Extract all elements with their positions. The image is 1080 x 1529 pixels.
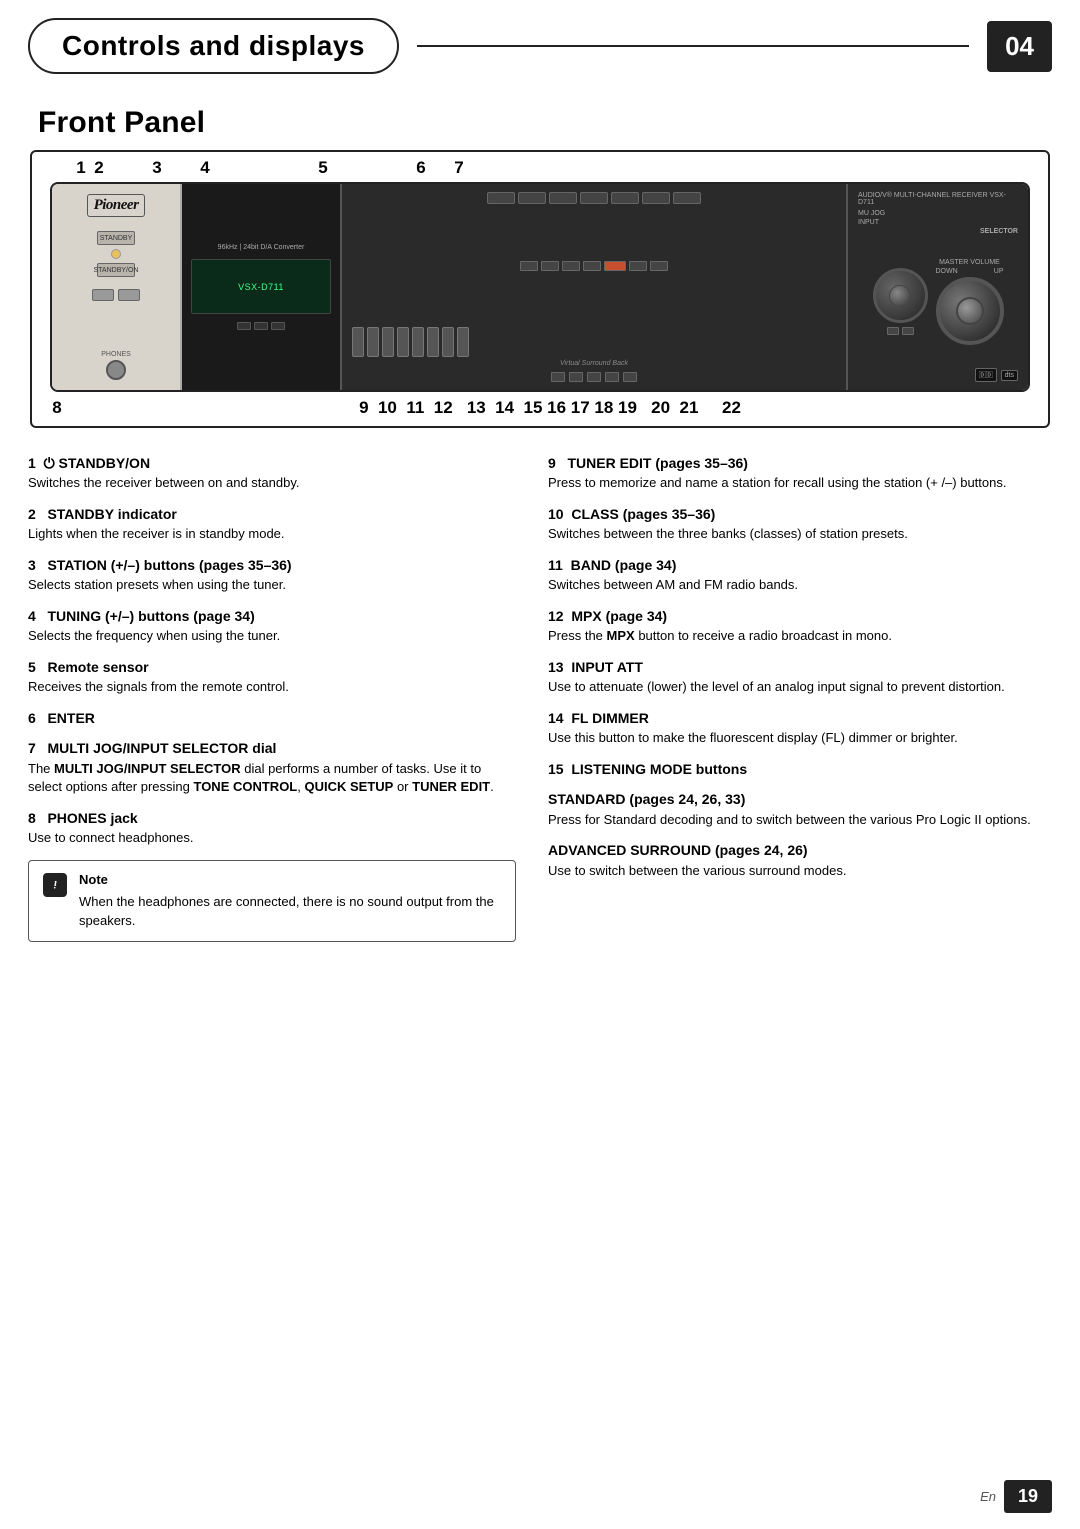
- front-panel-diagram: 1 2 3 4 5 6 7 Pioneer STANDBY STANDBY/ON: [30, 150, 1050, 428]
- note-icon: ᵎ: [41, 871, 69, 899]
- item-15: 15 LISTENING MODE buttons: [548, 760, 1052, 778]
- tuner-btn-4: [583, 261, 601, 271]
- tuner-btn-5: [629, 261, 647, 271]
- recv-right-panel: AUDIO/V® MULTI-CHANNEL RECEIVER VSX-D711…: [848, 184, 1028, 390]
- tuner-btn-6: [650, 261, 668, 271]
- btn-row-tuner: [348, 261, 840, 271]
- volume-dial-inner: [956, 297, 984, 325]
- top-number-labels: 1 2 3 4 5 6 7: [32, 152, 1048, 178]
- page-title: Controls and displays: [28, 18, 399, 74]
- footer-page-number: 19: [1004, 1480, 1052, 1513]
- receiver-image: Pioneer STANDBY STANDBY/ON PHONES: [50, 182, 1030, 392]
- btn-1: [487, 192, 515, 204]
- footer-lang: En: [980, 1489, 996, 1504]
- item-5: 5 Remote sensor Receives the signals fro…: [28, 658, 516, 697]
- page-header: Controls and displays 04: [0, 0, 1080, 84]
- tuner-btn-1: [520, 261, 538, 271]
- btn-3: [549, 192, 577, 204]
- dac-label: 96kHz | 24bit D/A Converter: [218, 244, 305, 251]
- btn-2: [518, 192, 546, 204]
- item-10: 10 CLASS (pages 35–36) Switches between …: [548, 505, 1052, 544]
- item-9: 9 TUNER EDIT (pages 35–36) Press to memo…: [548, 454, 1052, 493]
- label-1: 1: [72, 158, 90, 178]
- pioneer-logo: Pioneer: [87, 194, 146, 217]
- section-title: Front Panel: [38, 106, 1080, 140]
- tuner-btn-3: [562, 261, 580, 271]
- standby-button: STANDBY: [97, 231, 135, 245]
- item-3: 3 STATION (+/–) buttons (pages 35–36) Se…: [28, 556, 516, 595]
- item-8: 8 PHONES jack Use to connect headphones.: [28, 809, 516, 848]
- item-2: 2 STANDBY indicator Lights when the rece…: [28, 505, 516, 544]
- btn-7: [673, 192, 701, 204]
- note-content: Note When the headphones are connected, …: [79, 871, 503, 931]
- item-12: 12 MPX (page 34) Press the MPX button to…: [548, 607, 1052, 646]
- page-footer: En 19: [980, 1480, 1052, 1513]
- item-1: 1 ⏻ STANDBY/ON Switches the receiver bet…: [28, 454, 516, 493]
- item-13: 13 INPUT ATT Use to attenuate (lower) th…: [548, 658, 1052, 697]
- label-6: 6: [412, 158, 430, 178]
- right-column: 9 TUNER EDIT (pages 35–36) Press to memo…: [540, 454, 1052, 954]
- label-2: 2: [90, 158, 108, 178]
- item-6: 6 ENTER: [28, 709, 516, 727]
- bottom-number-labels: 8 9 10 11 12 13 14 15 16 17 18 19 20 21 …: [32, 396, 1048, 426]
- label-3: 3: [148, 158, 166, 178]
- label-8: 8: [47, 398, 67, 418]
- recv-display-panel: 96kHz | 24bit D/A Converter VSX-D711: [182, 184, 342, 390]
- item-14: 14 FL DIMMER Use this button to make the…: [548, 709, 1052, 748]
- item-15-advanced: ADVANCED SURROUND (pages 24, 26) Use to …: [548, 841, 1052, 880]
- phones-jack: [106, 360, 126, 380]
- btn-4: [580, 192, 608, 204]
- item-11: 11 BAND (page 34) Switches between AM an…: [548, 556, 1052, 595]
- label-7: 7: [450, 158, 468, 178]
- virtual-surround-label: Virtual Surround Back: [352, 360, 836, 367]
- btn-row-top: [348, 192, 840, 204]
- chapter-number: 04: [987, 21, 1052, 72]
- btn-6: [642, 192, 670, 204]
- left-column: 1 ⏻ STANDBY/ON Switches the receiver bet…: [28, 454, 540, 954]
- item-7: 7 MULTI JOG/INPUT SELECTOR dial The MULT…: [28, 739, 516, 797]
- label-4: 4: [196, 158, 214, 178]
- dolby-badge: 🄳🄳: [975, 368, 997, 382]
- standby-on-button: STANDBY/ON: [97, 263, 135, 277]
- display-text: VSX-D711: [238, 282, 284, 292]
- fl-display: VSX-D711: [191, 259, 331, 314]
- standby-indicator: [111, 249, 121, 259]
- jog-dial-inner: [889, 285, 911, 307]
- tuner-btn-2: [541, 261, 559, 271]
- volume-dial: [936, 277, 1004, 345]
- item-15-standard: STANDARD (pages 24, 26, 33) Press for St…: [548, 790, 1052, 829]
- recv-left-panel: Pioneer STANDBY STANDBY/ON PHONES: [52, 184, 182, 390]
- label-5: 5: [314, 158, 332, 178]
- label-9-22: 9 10 11 12 13 14 15 16 17 18 19 20 21 22: [67, 398, 1033, 418]
- jog-dial: [873, 268, 928, 323]
- spacer: [468, 158, 1018, 178]
- header-divider: [417, 45, 969, 48]
- dts-badge: dts: [1001, 370, 1018, 381]
- item-4: 4 TUNING (+/–) buttons (page 34) Selects…: [28, 607, 516, 646]
- btn-5: [611, 192, 639, 204]
- note-box: ᵎ Note When the headphones are connected…: [28, 860, 516, 942]
- content-area: 1 ⏻ STANDBY/ON Switches the receiver bet…: [0, 446, 1080, 964]
- recv-center-panel: Virtual Surround Back: [342, 184, 848, 390]
